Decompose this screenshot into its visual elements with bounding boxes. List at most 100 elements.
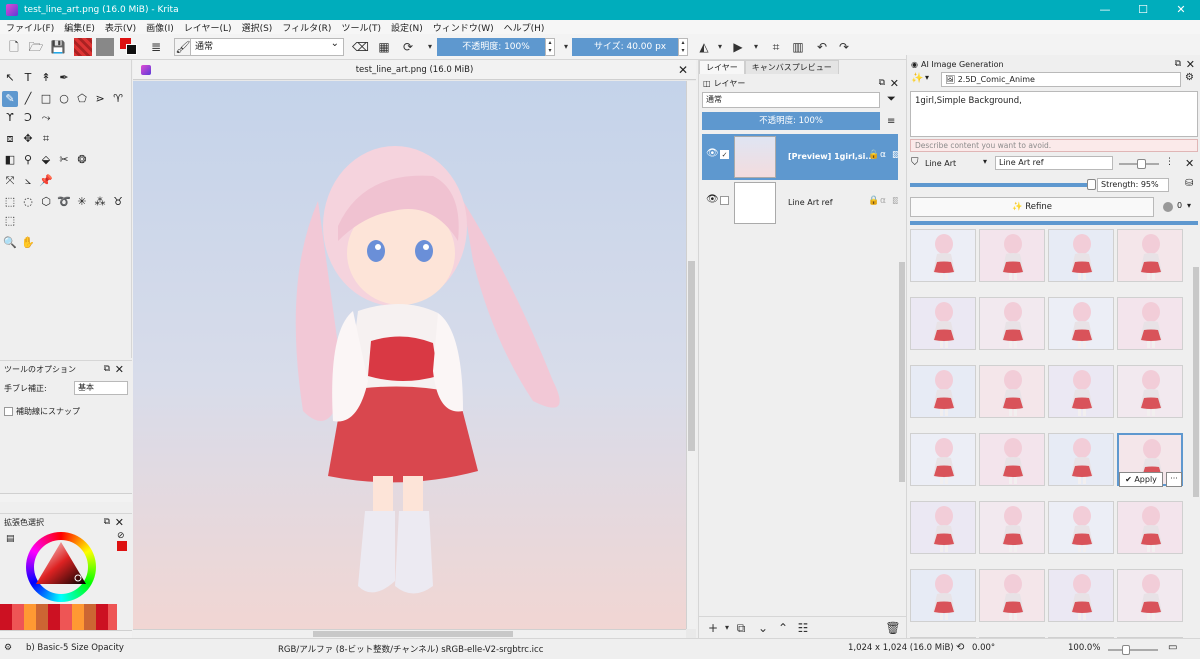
mirror-horizontal-icon[interactable]: ◭: [696, 39, 712, 55]
document-tab[interactable]: test_line_art.png (16.0 MiB) ✕: [133, 60, 696, 80]
move-layer-down-icon[interactable]: ⌄: [755, 620, 771, 636]
queue-count[interactable]: 0: [1177, 201, 1182, 210]
opacity-slider[interactable]: 不透明度: 100% ▴ ▾: [437, 38, 555, 56]
pan-tool-icon[interactable]: ✋: [20, 235, 36, 251]
polygon-tool-icon[interactable]: ⬠: [74, 91, 90, 107]
color-sampler-tool-icon[interactable]: ⚲: [20, 152, 36, 168]
select-shapes-tool-icon[interactable]: ↖: [2, 70, 18, 86]
menu-image[interactable]: 画像(I): [146, 21, 174, 34]
visibility-eye-icon[interactable]: 👁: [706, 194, 719, 205]
generated-image-thumbnail[interactable]: [1048, 365, 1114, 418]
control-options-icon[interactable]: ⋮: [1165, 157, 1174, 167]
mirror-v-menu-icon[interactable]: ▾: [748, 39, 764, 55]
generated-image-thumbnail[interactable]: [910, 433, 976, 486]
zoom-tool-icon[interactable]: 🔍: [2, 235, 18, 251]
lock-icon[interactable]: 🔒: [868, 196, 879, 206]
ellipse-tool-icon[interactable]: ○: [56, 91, 72, 107]
rotation-icon[interactable]: ⟲: [956, 642, 964, 653]
maximize-button[interactable]: ☐: [1124, 0, 1162, 20]
menu-select[interactable]: 選択(S): [242, 21, 273, 34]
magnetic-select-tool-icon[interactable]: ⬚: [2, 213, 18, 229]
drawing-canvas[interactable]: [133, 81, 686, 629]
ai-grid-scrollbar[interactable]: [1192, 227, 1200, 638]
eraser-icon[interactable]: ⌫: [352, 39, 369, 55]
generated-image-thumbnail[interactable]: [910, 569, 976, 622]
generated-image-thumbnail[interactable]: [1117, 297, 1183, 350]
size-spin-icon[interactable]: ▴ ▾: [678, 38, 688, 56]
close-window-button[interactable]: ✕: [1162, 0, 1200, 20]
bezier-select-tool-icon[interactable]: ♉: [110, 194, 126, 210]
generated-image-thumbnail[interactable]: [910, 365, 976, 418]
generated-image-thumbnail[interactable]: [979, 501, 1045, 554]
filter-icon[interactable]: ⏷: [887, 92, 896, 106]
tool-options-hscroll[interactable]: [0, 493, 132, 502]
crop-tool-icon[interactable]: ⌗: [38, 131, 54, 147]
layer-blend-mode-select[interactable]: 通常: [702, 92, 880, 108]
multibrush-tool-icon[interactable]: ⤳: [38, 110, 54, 126]
transform-tool-icon[interactable]: ⧈: [2, 131, 18, 147]
edit-shapes-tool-icon[interactable]: ↟: [38, 70, 54, 86]
line-tool-icon[interactable]: ╱: [20, 91, 36, 107]
save-icon[interactable]: 💾: [50, 39, 66, 55]
bezier-tool-icon[interactable]: ♈: [110, 91, 126, 107]
gradient-tool-icon[interactable]: ◧: [2, 152, 18, 168]
layer-properties-icon[interactable]: ☷: [795, 620, 811, 636]
generated-image-thumbnail[interactable]: [979, 433, 1045, 486]
strength-slider-track[interactable]: [910, 179, 1096, 190]
layer-opacity-slider[interactable]: 不透明度: 100%: [702, 112, 880, 130]
move-layer-up-icon[interactable]: ⌃: [775, 620, 791, 636]
control-source-select[interactable]: Line Art ref: [995, 156, 1113, 170]
size-slider[interactable]: サイズ: 40.00 px ▴ ▾: [572, 38, 688, 56]
mirror-vertical-icon[interactable]: ▶: [730, 39, 746, 55]
polygon-select-tool-icon[interactable]: ⬡: [38, 194, 54, 210]
generated-image-thumbnail[interactable]: [1117, 501, 1183, 554]
fullscreen-icon[interactable]: ▭: [1168, 642, 1177, 653]
duplicate-layer-icon[interactable]: ⧉: [733, 620, 749, 636]
control-strength-slider[interactable]: [1119, 159, 1159, 169]
polyline-tool-icon[interactable]: ⋗: [92, 91, 108, 107]
current-color-swatch[interactable]: [117, 541, 127, 551]
tab-layers[interactable]: レイヤー: [699, 60, 745, 74]
blend-mode-select[interactable]: 通常: [190, 36, 344, 56]
control-type-menu-icon[interactable]: ▾: [983, 157, 987, 166]
generated-image-thumbnail[interactable]: [1048, 569, 1114, 622]
menu-settings[interactable]: 設定(N): [391, 21, 423, 34]
measure-tool-icon[interactable]: ⦣: [20, 173, 36, 189]
freehand-path-tool-icon[interactable]: ϒ: [2, 110, 18, 126]
freehand-select-tool-icon[interactable]: ➰: [56, 194, 72, 210]
fill-tool-icon[interactable]: ❂: [74, 152, 90, 168]
close-docker-icon[interactable]: ✕: [890, 77, 899, 90]
color-settings-icon[interactable]: ▤: [6, 534, 15, 544]
close-docker-icon[interactable]: ✕: [1186, 58, 1195, 71]
remove-control-icon[interactable]: ✕: [1185, 157, 1194, 170]
close-docker-icon[interactable]: ✕: [115, 516, 124, 529]
minimize-button[interactable]: —: [1086, 0, 1124, 20]
more-options-button[interactable]: ···: [1166, 472, 1182, 487]
generated-image-thumbnail[interactable]: [1048, 501, 1114, 554]
tab-canvas-preview[interactable]: キャンバスプレビュー: [744, 60, 839, 74]
generate-mode-icon[interactable]: ✨: [911, 73, 923, 84]
undo-icon[interactable]: ↶: [814, 39, 830, 55]
workspace-icon[interactable]: ▥: [790, 39, 806, 55]
crop-icon[interactable]: ⌗: [768, 39, 784, 55]
open-document-icon[interactable]: 🗁: [28, 39, 44, 55]
rect-select-tool-icon[interactable]: ⬚: [2, 194, 18, 210]
saturation-triangle[interactable]: [34, 540, 88, 594]
generated-image-thumbnail[interactable]: [979, 297, 1045, 350]
close-document-icon[interactable]: ✕: [678, 60, 688, 80]
control-type-label[interactable]: Line Art: [925, 159, 956, 168]
float-icon[interactable]: ⧉: [104, 517, 110, 527]
layer-checkbox[interactable]: [720, 196, 729, 205]
settings-gear-icon[interactable]: ⚙: [1185, 72, 1194, 83]
menu-window[interactable]: ウィンドウ(W): [433, 21, 494, 34]
menu-layer[interactable]: レイヤー(L): [184, 21, 232, 34]
mirror-menu-icon[interactable]: ▾: [712, 39, 728, 55]
reset-colors-icon[interactable]: ≣: [148, 39, 164, 55]
image-dimensions[interactable]: 1,024 x 1,024 (16.0 MiB): [848, 643, 954, 653]
menu-tools[interactable]: ツール(T): [341, 21, 381, 34]
generated-image-thumbnail[interactable]: [979, 569, 1045, 622]
float-icon[interactable]: ⧉: [1175, 59, 1181, 69]
text-tool-icon[interactable]: T: [20, 70, 36, 86]
menu-file[interactable]: ファイル(F): [6, 21, 54, 34]
generated-image-thumbnail[interactable]: [910, 229, 976, 282]
